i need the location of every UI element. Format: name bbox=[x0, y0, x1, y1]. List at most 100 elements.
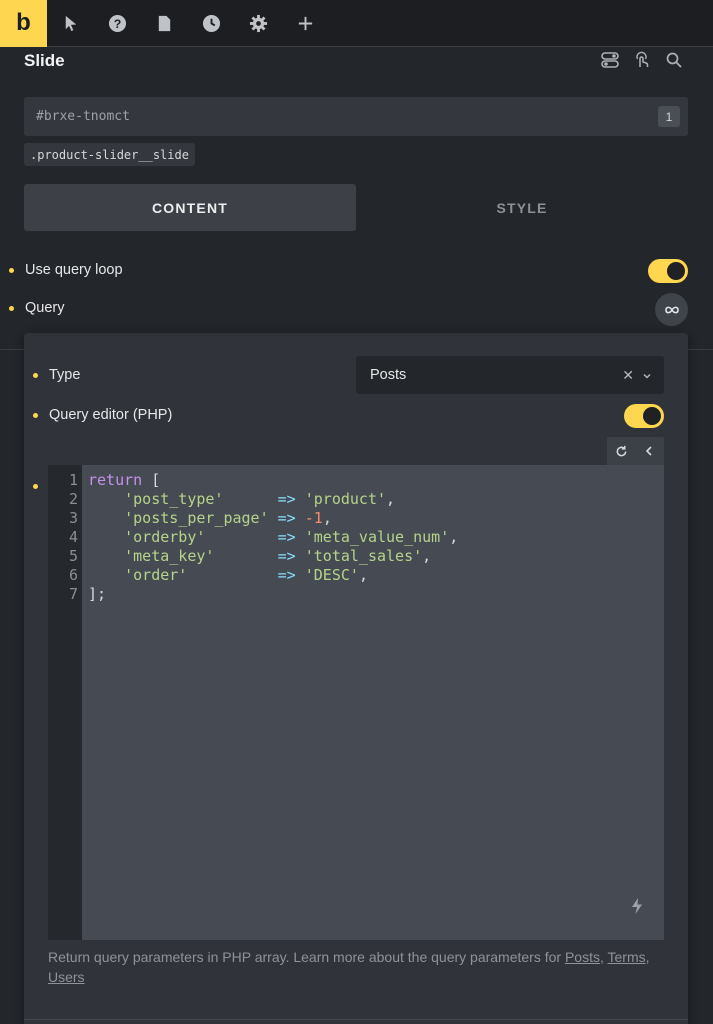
lightning-icon[interactable] bbox=[630, 897, 644, 920]
toggle-knob bbox=[643, 407, 661, 425]
element-id-field[interactable]: #brxe-tnomct 1 bbox=[24, 97, 688, 136]
type-select[interactable]: Posts ✕ bbox=[356, 356, 664, 394]
code-content[interactable]: return [ 'post_type' => 'product', 'post… bbox=[88, 471, 458, 604]
tab-content[interactable]: CONTENT bbox=[24, 184, 356, 231]
line-number-gutter: 1234567 bbox=[48, 465, 82, 940]
line-number: 6 bbox=[68, 566, 78, 584]
touch-icon[interactable] bbox=[633, 51, 651, 74]
line-number: 4 bbox=[68, 528, 78, 546]
tab-style[interactable]: STYLE bbox=[356, 184, 688, 231]
code-token: 'posts_per_page' bbox=[124, 509, 269, 527]
php-code-editor[interactable]: 1234567 return [ 'post_type' => 'product… bbox=[48, 465, 664, 940]
panel-title: Slide bbox=[24, 51, 65, 70]
editor-toolbar bbox=[607, 437, 664, 465]
infinity-icon bbox=[664, 306, 679, 313]
refresh-icon[interactable] bbox=[607, 437, 635, 465]
class-count-badge[interactable]: 1 bbox=[658, 106, 680, 127]
help-separator: , bbox=[645, 949, 650, 965]
svg-text:?: ? bbox=[114, 16, 122, 30]
search-icon[interactable] bbox=[665, 51, 683, 74]
bricks-logo[interactable]: b bbox=[0, 0, 47, 47]
changed-indicator-dot bbox=[33, 372, 38, 378]
line-number: 5 bbox=[68, 547, 78, 565]
page-icon[interactable] bbox=[141, 0, 188, 47]
type-select-value: Posts bbox=[370, 367, 407, 383]
code-token: 'meta_value_num' bbox=[304, 528, 450, 546]
code-line: 'posts_per_page' => -1, bbox=[88, 509, 458, 528]
link-users[interactable]: Users bbox=[48, 969, 85, 985]
query-editor-toggle[interactable] bbox=[624, 404, 664, 428]
use-query-loop-toggle[interactable] bbox=[648, 259, 688, 283]
code-token: , bbox=[449, 528, 459, 546]
link-posts[interactable]: Posts bbox=[565, 949, 600, 965]
changed-indicator-dot bbox=[9, 267, 14, 273]
query-settings-popup: Type Posts ✕ Query editor (PHP) 1234567 … bbox=[24, 333, 688, 1024]
code-token: => bbox=[277, 528, 296, 546]
query-loop-infinity-button[interactable] bbox=[655, 293, 688, 326]
query-editor-label: Query editor (PHP) bbox=[49, 407, 173, 423]
use-query-loop-row: Use query loop bbox=[9, 262, 123, 278]
type-label: Type bbox=[49, 367, 81, 383]
code-token: => bbox=[277, 547, 296, 565]
code-line: 'meta_key' => 'total_sales', bbox=[88, 547, 458, 566]
query-help-text: Return query parameters in PHP array. Le… bbox=[48, 947, 664, 987]
plus-icon[interactable] bbox=[282, 0, 329, 47]
code-token: => bbox=[277, 490, 296, 508]
code-token: return bbox=[88, 471, 143, 489]
code-token: [ bbox=[142, 471, 161, 489]
clear-icon[interactable]: ✕ bbox=[622, 367, 634, 384]
code-token: 'total_sales' bbox=[304, 547, 423, 565]
code-token: => bbox=[277, 509, 296, 527]
changed-indicator-dot bbox=[33, 412, 38, 418]
help-separator: , bbox=[599, 949, 608, 965]
query-label: Query bbox=[25, 300, 65, 316]
line-number: 7 bbox=[68, 585, 78, 603]
code-line: 'orderby' => 'meta_value_num', bbox=[88, 528, 458, 547]
code-token: , bbox=[358, 566, 368, 584]
gear-icon[interactable] bbox=[235, 0, 282, 47]
toggle-knob bbox=[667, 262, 685, 280]
code-line: return [ bbox=[88, 471, 458, 490]
chevron-left-icon[interactable] bbox=[635, 437, 663, 465]
line-number: 3 bbox=[68, 509, 78, 527]
cursor-icon[interactable] bbox=[47, 0, 94, 47]
changed-indicator-dot bbox=[9, 305, 14, 311]
help-icon[interactable]: ? bbox=[94, 0, 141, 47]
css-class-chip[interactable]: .product-slider__slide bbox=[24, 143, 195, 166]
panel-tabs: CONTENT STYLE bbox=[24, 184, 688, 231]
code-token: 'meta_key' bbox=[124, 547, 215, 565]
link-terms[interactable]: Terms bbox=[608, 949, 646, 965]
code-token: , bbox=[322, 509, 332, 527]
code-token: 'order' bbox=[124, 566, 188, 584]
changed-indicator-dot bbox=[33, 484, 38, 489]
code-token: , bbox=[422, 547, 432, 565]
toggle-list-icon[interactable] bbox=[601, 51, 619, 74]
use-query-loop-label: Use query loop bbox=[25, 262, 123, 278]
line-number: 1 bbox=[68, 471, 78, 489]
code-token: 'orderby' bbox=[124, 528, 206, 546]
clock-icon[interactable] bbox=[188, 0, 235, 47]
panel-tools bbox=[601, 51, 683, 74]
code-line: 'order' => 'DESC', bbox=[88, 566, 458, 585]
chevron-down-icon[interactable] bbox=[642, 369, 652, 385]
code-line: ]; bbox=[88, 585, 458, 604]
code-token: 'post_type' bbox=[124, 490, 224, 508]
query-row: Query bbox=[9, 300, 65, 316]
element-id-value: #brxe-tnomct bbox=[36, 109, 130, 124]
code-token: , bbox=[386, 490, 396, 508]
code-token: ]; bbox=[88, 585, 107, 603]
code-token: -1 bbox=[304, 509, 323, 527]
help-text-prefix: Return query parameters in PHP array. Le… bbox=[48, 949, 565, 965]
